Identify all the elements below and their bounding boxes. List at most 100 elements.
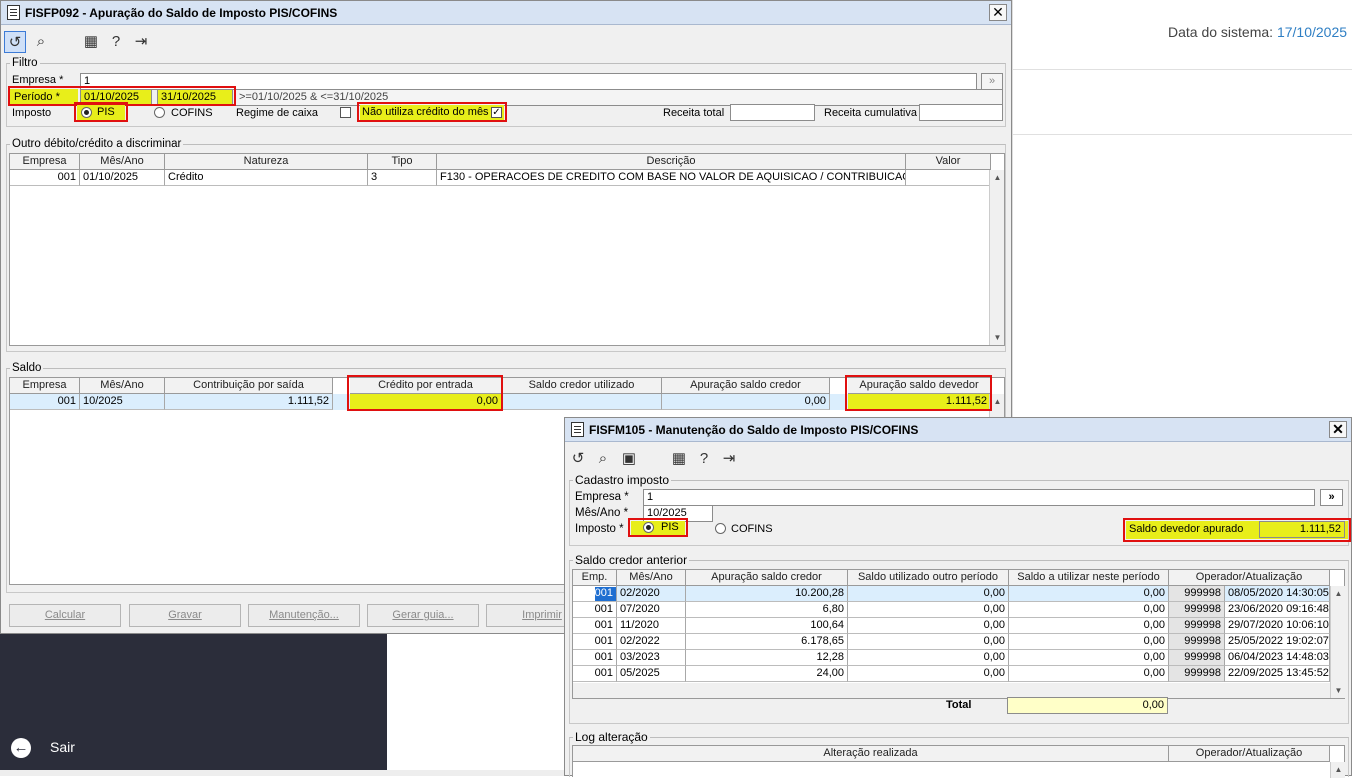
table-cell[interactable]: 11/2020	[617, 618, 686, 634]
table-cell[interactable]: 001	[573, 634, 617, 650]
table-cell[interactable]: 0,00	[1009, 666, 1169, 682]
search-icon[interactable]: ⌕	[592, 448, 614, 470]
calendar-icon[interactable]: ▦	[668, 448, 690, 470]
column-header[interactable]: Operador/Atualização	[1169, 570, 1330, 586]
column-header[interactable]: Mês/Ano	[80, 378, 165, 394]
column-header[interactable]: Saldo utilizado outro período	[848, 570, 1009, 586]
column-header[interactable]: Descrição	[437, 154, 906, 170]
table-cell[interactable]: 0,00	[848, 650, 1009, 666]
table-cell[interactable]: 02/2020	[617, 586, 686, 602]
pis-option[interactable]: PIS	[77, 105, 125, 120]
table-cell[interactable]: 0,00	[848, 634, 1009, 650]
table-cell[interactable]: 0,00	[848, 586, 1009, 602]
table-cell[interactable]: 001	[573, 602, 617, 618]
column-header[interactable]: Empresa	[10, 378, 80, 394]
table-cell[interactable]: 24,00	[686, 666, 848, 682]
column-header[interactable]: Contribuição por saída	[165, 378, 333, 394]
table-cell[interactable]: 0,00	[1009, 586, 1169, 602]
periodo-start-input[interactable]: 01/10/2025	[80, 89, 152, 106]
column-header[interactable]: Mês/Ano	[617, 570, 686, 586]
regime-caixa-checkbox[interactable]	[340, 107, 351, 118]
table-cell[interactable]: 3	[368, 170, 437, 186]
column-header[interactable]: Alteração realizada	[573, 746, 1169, 762]
back-arrow-icon[interactable]: ←	[11, 738, 31, 758]
mesano-input[interactable]: 10/2025	[643, 505, 713, 522]
table-cell[interactable]: 03/2023	[617, 650, 686, 666]
horizontal-scrollbar[interactable]	[573, 683, 1330, 698]
table-cell[interactable]: 999998	[1169, 650, 1225, 666]
column-header[interactable]: Saldo credor utilizado	[502, 378, 662, 394]
table-cell[interactable]: 001	[573, 650, 617, 666]
table-cell[interactable]: Crédito	[165, 170, 368, 186]
cofins-radio[interactable]	[154, 107, 165, 118]
nao-utiliza-checkbox[interactable]: ✓	[491, 107, 502, 118]
scroll-down-icon[interactable]: ▼	[990, 330, 1005, 345]
table-cell[interactable]: 0,00	[1009, 602, 1169, 618]
gerar-guia-button[interactable]: Gerar guia...	[367, 604, 479, 627]
table-cell[interactable]: 001	[10, 394, 80, 410]
pis-radio[interactable]	[81, 107, 92, 118]
exit-icon[interactable]: ⇥	[718, 448, 740, 470]
table-cell[interactable]: 999998	[1169, 586, 1225, 602]
close-button[interactable]: ✕	[1329, 421, 1347, 438]
table-cell[interactable]: 999998	[1169, 602, 1225, 618]
gravar-button[interactable]: Gravar	[129, 604, 241, 627]
column-header[interactable]: Tipo	[368, 154, 437, 170]
table-cell[interactable]: 22/09/2025 13:45:52	[1225, 666, 1330, 682]
table-cell[interactable]: 0,00	[1009, 634, 1169, 650]
column-header[interactable]: Apuração saldo credor	[686, 570, 848, 586]
column-header[interactable]: Emp.	[573, 570, 617, 586]
table-cell[interactable]: 23/06/2020 09:16:48	[1225, 602, 1330, 618]
manutencao-button[interactable]: Manutenção...	[248, 604, 360, 627]
scroll-up-icon[interactable]: ▲	[1331, 762, 1346, 777]
nao-utiliza-option[interactable]: Não utiliza crédito do mês ✓	[360, 105, 504, 120]
column-header[interactable]: Operador/Atualização	[1169, 746, 1330, 762]
scroll-up-icon[interactable]: ▲	[990, 394, 1005, 409]
table-cell[interactable]: 02/2022	[617, 634, 686, 650]
table-cell[interactable]: 06/04/2023 14:48:03	[1225, 650, 1330, 666]
close-button[interactable]: ✕	[989, 4, 1007, 21]
periodo-end-input[interactable]: 31/10/2025	[157, 89, 233, 106]
search-icon[interactable]: ⌕	[30, 31, 52, 53]
refresh-icon[interactable]: ↺	[4, 31, 26, 53]
table-cell[interactable]: 0,00	[662, 394, 830, 410]
table-cell[interactable]: 0,00	[1009, 618, 1169, 634]
calendar-icon[interactable]: ▦	[80, 31, 102, 53]
table-cell[interactable]: 0,00	[848, 666, 1009, 682]
save-icon[interactable]: ▣	[618, 448, 640, 470]
column-header[interactable]: Empresa	[10, 154, 80, 170]
receita-cumulativa-input[interactable]	[919, 104, 1003, 121]
table-cell[interactable]: 6,80	[686, 602, 848, 618]
table-cell[interactable]: 07/2020	[617, 602, 686, 618]
table-cell[interactable]	[906, 170, 991, 186]
lookup-button[interactable]: »	[981, 73, 1003, 90]
cofins-radio[interactable]	[715, 523, 726, 534]
scroll-up-icon[interactable]: ▲	[990, 170, 1005, 185]
empresa-input[interactable]: 1	[80, 73, 977, 90]
empresa-input[interactable]: 1	[643, 489, 1315, 506]
receita-total-input[interactable]	[730, 104, 815, 121]
exit-icon[interactable]: ⇥	[130, 31, 152, 53]
table-cell[interactable]: 001	[573, 586, 617, 602]
table-cell[interactable]: 01/10/2025	[80, 170, 165, 186]
scroll-up-icon[interactable]: ▲	[1331, 586, 1346, 601]
table-cell[interactable]: 001	[573, 618, 617, 634]
table-cell[interactable]: 0,00	[848, 618, 1009, 634]
pis-option[interactable]: PIS	[631, 521, 685, 535]
pis-radio[interactable]	[643, 522, 654, 533]
column-header[interactable]: Valor	[906, 154, 991, 170]
table-cell[interactable]: 25/05/2022 19:02:07	[1225, 634, 1330, 650]
column-header[interactable]: Apuração saldo devedor	[848, 378, 991, 394]
column-header[interactable]: Saldo a utilizar neste período	[1009, 570, 1169, 586]
column-header[interactable]: Apuração saldo credor	[662, 378, 830, 394]
saldo-credor-scrollbar[interactable]: ▲ ▼	[1330, 586, 1345, 698]
table-cell[interactable]: 05/2025	[617, 666, 686, 682]
table-cell[interactable]: 0,00	[1009, 650, 1169, 666]
column-header[interactable]: Mês/Ano	[80, 154, 165, 170]
column-header[interactable]: Crédito por entrada	[350, 378, 502, 394]
table-cell[interactable]: 29/07/2020 10:06:10	[1225, 618, 1330, 634]
outro-scrollbar[interactable]: ▲ ▼	[989, 170, 1004, 345]
table-cell[interactable]	[502, 394, 662, 410]
help-icon[interactable]: ?	[105, 31, 127, 53]
help-icon[interactable]: ?	[693, 448, 715, 470]
